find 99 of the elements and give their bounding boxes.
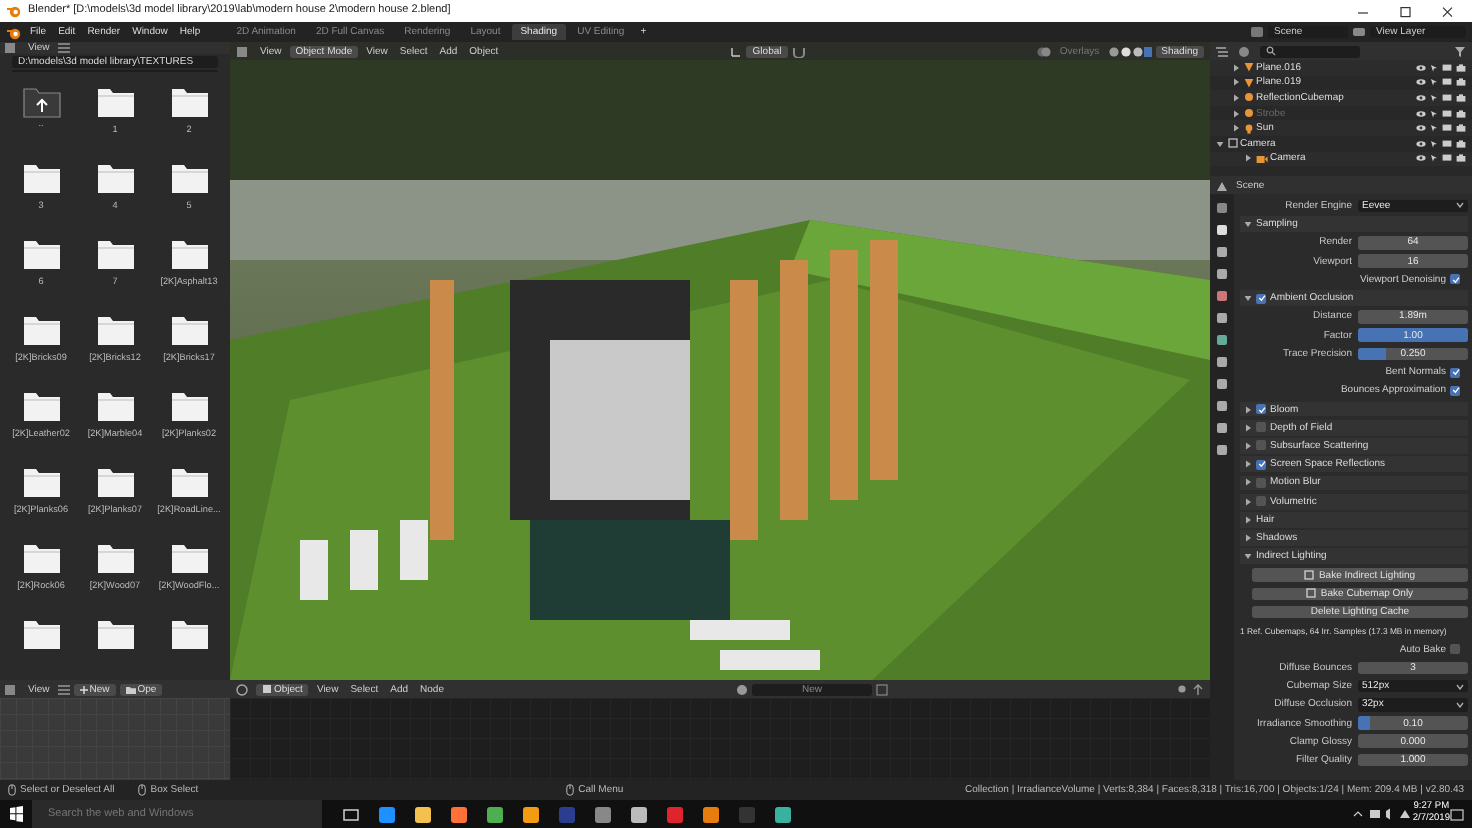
checkbox[interactable]	[1450, 274, 1460, 285]
folder-icon[interactable]	[169, 160, 209, 194]
camera-icon[interactable]	[1456, 78, 1466, 87]
disclosure-triangle-icon[interactable]	[1244, 515, 1252, 524]
disclosure-triangle-icon[interactable]	[1232, 78, 1240, 87]
disclosure-triangle-icon[interactable]	[1244, 294, 1252, 303]
axes-icon[interactable]	[730, 45, 743, 57]
checkbox[interactable]	[1450, 367, 1460, 378]
checkbox[interactable]	[1256, 459, 1266, 470]
camera-icon[interactable]	[1456, 109, 1466, 118]
overlay-icon[interactable]	[1035, 45, 1052, 57]
search-icon[interactable]	[1266, 46, 1276, 56]
eye-icon[interactable]	[1416, 124, 1426, 133]
editor-type-icon[interactable]	[4, 42, 20, 54]
menu-icon[interactable]	[57, 683, 70, 695]
editor-type-icon[interactable]	[236, 683, 252, 695]
disclosure-triangle-icon[interactable]	[1216, 139, 1224, 148]
checkbox[interactable]	[1256, 404, 1266, 415]
folder-icon[interactable]	[95, 540, 135, 574]
editor-type-icon[interactable]	[4, 683, 20, 695]
task-view-icon[interactable]	[342, 805, 360, 823]
disclosure-triangle-icon[interactable]	[1244, 497, 1252, 506]
camera-icon[interactable]	[1456, 154, 1466, 163]
disclosure-triangle-icon[interactable]	[1244, 423, 1252, 432]
magnet-icon[interactable]	[791, 45, 808, 57]
checkbox[interactable]	[1256, 440, 1266, 451]
parent-folder-icon[interactable]	[21, 84, 61, 118]
disclosure-triangle-icon[interactable]	[1244, 534, 1252, 543]
folder-icon[interactable]	[169, 236, 209, 270]
caret-icon	[1456, 683, 1464, 690]
checkbox[interactable]	[1256, 496, 1266, 507]
editor-type-icon[interactable]	[236, 45, 252, 57]
disclosure-triangle-icon[interactable]	[1232, 63, 1240, 72]
folder-icon[interactable]	[95, 388, 135, 422]
folder-icon[interactable]	[95, 160, 135, 194]
folder-icon[interactable]	[95, 312, 135, 346]
folder-icon[interactable]	[95, 84, 135, 118]
folder-icon[interactable]	[169, 616, 209, 650]
folder-icon[interactable]	[95, 616, 135, 650]
folder-icon[interactable]	[21, 312, 61, 346]
parent-node-icon[interactable]	[1192, 683, 1204, 695]
folder-icon[interactable]	[95, 464, 135, 498]
folder-icon[interactable]	[169, 312, 209, 346]
folder-icon[interactable]	[21, 464, 61, 498]
circle-icon	[1243, 108, 1253, 119]
folder-icon[interactable]	[95, 236, 135, 270]
grid-view-icon[interactable]	[57, 42, 70, 54]
blender-logo-icon	[6, 25, 22, 39]
tray-icons-icon[interactable]	[1352, 808, 1413, 820]
notifications-icon[interactable]	[1450, 807, 1464, 821]
disclosure-triangle-icon[interactable]	[1244, 478, 1252, 487]
mouse-icon	[566, 784, 575, 796]
disclosure-triangle-icon[interactable]	[1244, 460, 1252, 469]
folder-icon[interactable]	[169, 540, 209, 574]
camera-icon[interactable]	[1456, 63, 1466, 72]
disclosure-triangle-icon[interactable]	[1244, 220, 1252, 229]
folder-icon[interactable]	[21, 540, 61, 574]
folder-icon[interactable]	[21, 160, 61, 194]
shading-modes-icon[interactable]	[1107, 45, 1152, 57]
disclosure-triangle-icon[interactable]	[1244, 552, 1252, 561]
mouse-icon	[8, 784, 16, 796]
caret-icon	[1456, 202, 1464, 209]
eye-icon[interactable]	[1416, 63, 1426, 72]
disclosure-triangle-icon[interactable]	[1244, 441, 1252, 450]
folder-icon[interactable]	[169, 464, 209, 498]
folder-icon	[125, 685, 136, 693]
folder-icon[interactable]	[21, 616, 61, 650]
folder-icon[interactable]	[21, 236, 61, 270]
eye-icon[interactable]	[1416, 139, 1426, 148]
mouse-icon	[138, 784, 147, 796]
checkbox[interactable]	[1450, 644, 1460, 655]
plus-icon	[79, 685, 88, 693]
folder-icon[interactable]	[21, 388, 61, 422]
disclosure-triangle-icon[interactable]	[1244, 405, 1252, 414]
eye-icon[interactable]	[1416, 93, 1426, 102]
camera-icon[interactable]	[1456, 139, 1466, 148]
eye-icon[interactable]	[1416, 154, 1426, 163]
checkbox[interactable]	[1256, 477, 1266, 488]
checkbox[interactable]	[1450, 385, 1460, 396]
camera-icon[interactable]	[1456, 93, 1466, 102]
checkbox[interactable]	[1256, 422, 1266, 433]
camera-icon	[1255, 153, 1267, 164]
bulb-icon	[1243, 123, 1253, 134]
folder-icon[interactable]	[169, 84, 209, 118]
folder-icon[interactable]	[169, 388, 209, 422]
disclosure-triangle-icon[interactable]	[1232, 124, 1240, 133]
eye-icon[interactable]	[1416, 109, 1426, 118]
display-mode-icon[interactable]	[1216, 45, 1232, 57]
box-icon	[1227, 138, 1237, 149]
circle-icon	[1243, 92, 1253, 103]
checkbox[interactable]	[1256, 293, 1266, 304]
cube-icon	[262, 684, 272, 694]
eye-icon[interactable]	[1416, 78, 1426, 87]
caret-icon	[1456, 701, 1464, 708]
copy-icon[interactable]	[875, 683, 888, 695]
camera-icon[interactable]	[1456, 124, 1466, 133]
disclosure-triangle-icon[interactable]	[1232, 93, 1240, 102]
disclosure-triangle-icon[interactable]	[1244, 154, 1252, 163]
search-field[interactable]	[1260, 45, 1360, 57]
